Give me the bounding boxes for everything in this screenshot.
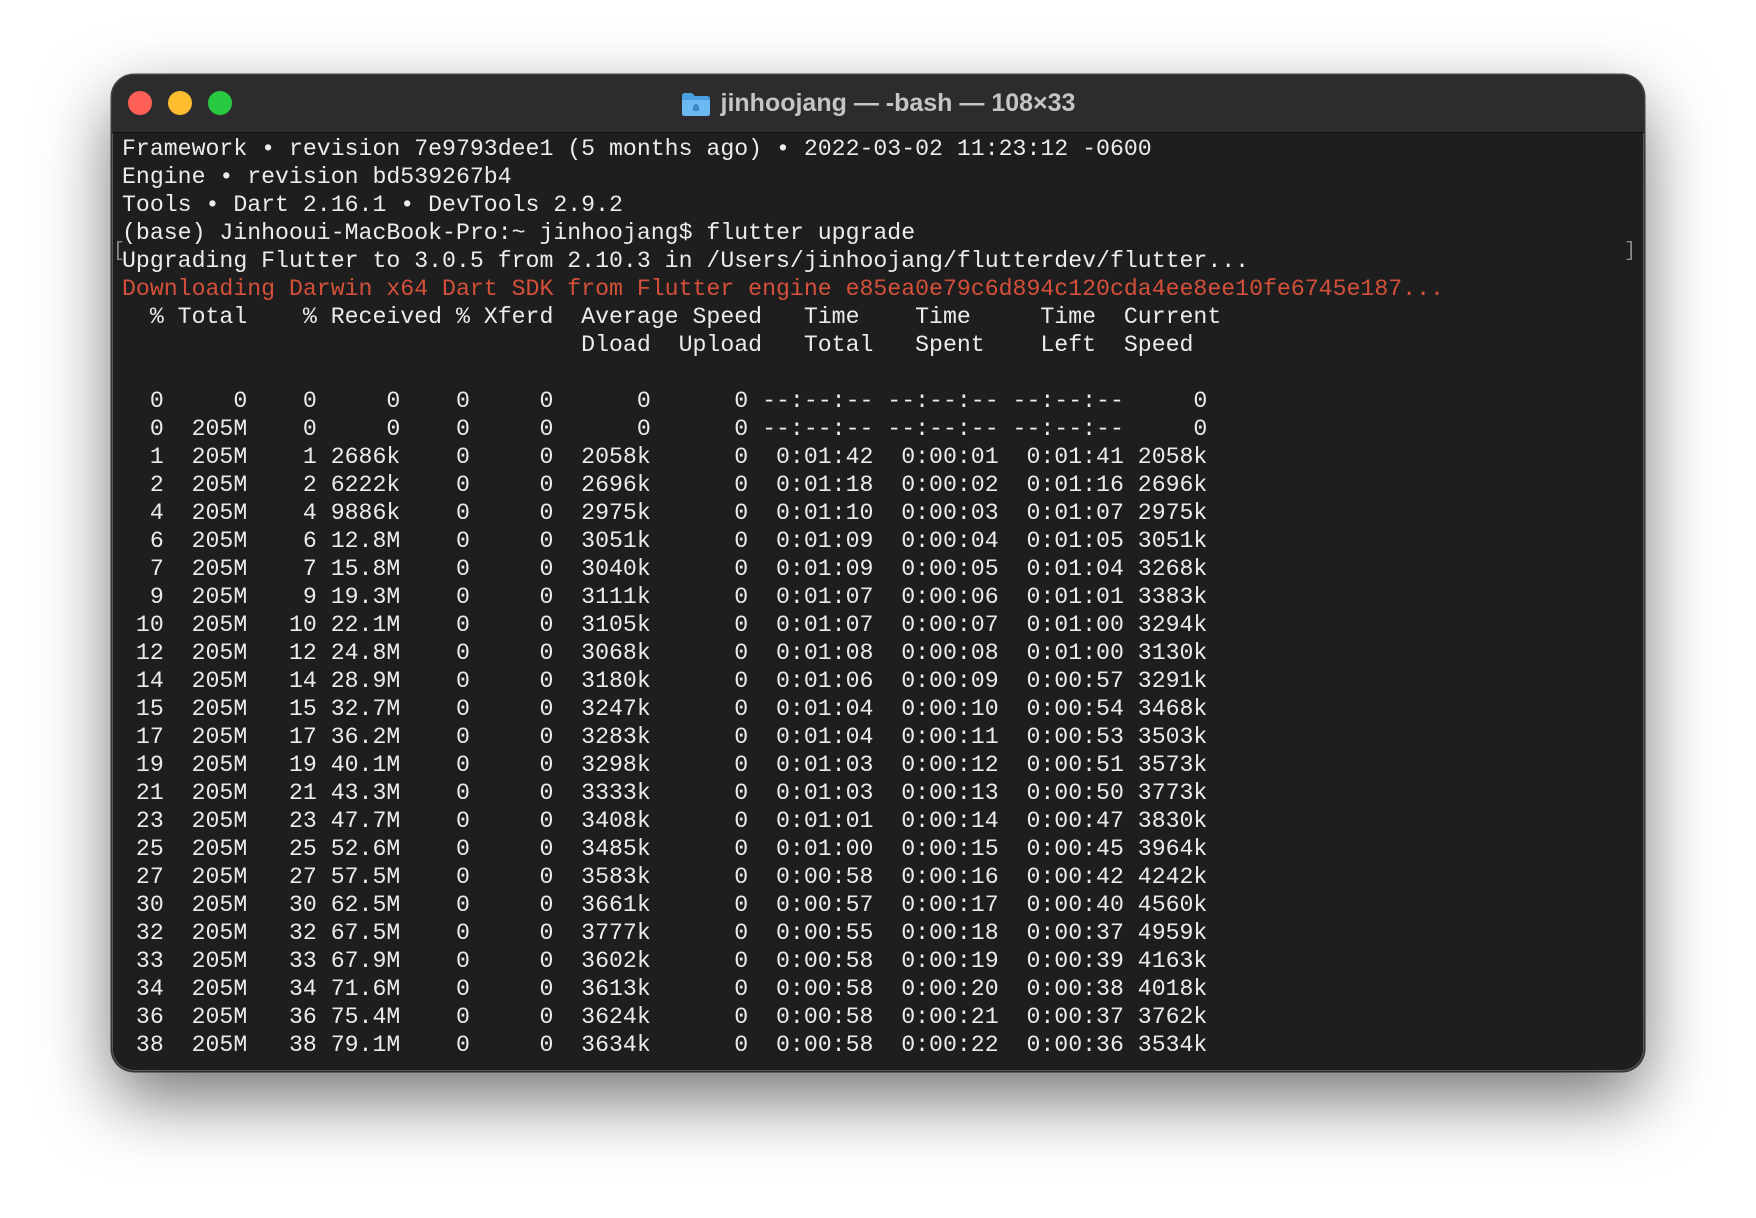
- terminal-line: Engine • revision bd539267b4: [122, 164, 512, 190]
- terminal-line: 0 0 0 0 0 0 0 0 --:--:-- --:--:-- --:--:…: [122, 388, 1208, 414]
- terminal-line: 19 205M 19 40.1M 0 0 3298k 0 0:01:03 0:0…: [122, 752, 1208, 778]
- terminal-line: 6 205M 6 12.8M 0 0 3051k 0 0:01:09 0:00:…: [122, 528, 1208, 554]
- terminal-line: 9 205M 9 19.3M 0 0 3111k 0 0:01:07 0:00:…: [122, 584, 1208, 610]
- terminal-line: (base) Jinhooui-MacBook-Pro:~ jinhoojang…: [122, 220, 916, 246]
- terminal-line: 23 205M 23 47.7M 0 0 3408k 0 0:01:01 0:0…: [122, 808, 1208, 834]
- title-bar[interactable]: jinhoojang — -bash — 108×33: [112, 75, 1644, 133]
- terminal-line: Upgrading Flutter to 3.0.5 from 2.10.3 i…: [122, 248, 1250, 274]
- window-title-group: jinhoojang — -bash — 108×33: [681, 89, 1076, 118]
- folder-icon: [681, 92, 710, 116]
- terminal-line: 14 205M 14 28.9M 0 0 3180k 0 0:01:06 0:0…: [122, 668, 1208, 694]
- terminal-window: jinhoojang — -bash — 108×33 [ ] Framewor…: [112, 75, 1644, 1071]
- terminal-line: Framework • revision 7e9793dee1 (5 month…: [122, 136, 1152, 162]
- terminal-line: Downloading Darwin x64 Dart SDK from Flu…: [122, 276, 1444, 302]
- minimize-button[interactable]: [168, 91, 192, 115]
- terminal-line: 30 205M 30 62.5M 0 0 3661k 0 0:00:57 0:0…: [122, 892, 1208, 918]
- window-title: jinhoojang — -bash — 108×33: [720, 89, 1076, 117]
- terminal-line: 32 205M 32 67.5M 0 0 3777k 0 0:00:55 0:0…: [122, 920, 1208, 946]
- maximize-button[interactable]: [208, 91, 232, 115]
- terminal-line: 34 205M 34 71.6M 0 0 3613k 0 0:00:58 0:0…: [122, 976, 1208, 1002]
- terminal-line: 15 205M 15 32.7M 0 0 3247k 0 0:01:04 0:0…: [122, 696, 1208, 722]
- terminal-line: 27 205M 27 57.5M 0 0 3583k 0 0:00:58 0:0…: [122, 864, 1208, 890]
- terminal-line: 2 205M 2 6222k 0 0 2696k 0 0:01:18 0:00:…: [122, 472, 1208, 498]
- terminal-line: 21 205M 21 43.3M 0 0 3333k 0 0:01:03 0:0…: [122, 780, 1208, 806]
- terminal-line: 36 205M 36 75.4M 0 0 3624k 0 0:00:58 0:0…: [122, 1004, 1208, 1030]
- terminal-line: 17 205M 17 36.2M 0 0 3283k 0 0:01:04 0:0…: [122, 724, 1208, 750]
- terminal-line: 10 205M 10 22.1M 0 0 3105k 0 0:01:07 0:0…: [122, 612, 1208, 638]
- close-button[interactable]: [128, 91, 152, 115]
- terminal-line: Dload Upload Total Spent Left Speed: [122, 332, 1194, 358]
- terminal-output[interactable]: Framework • revision 7e9793dee1 (5 month…: [122, 135, 1644, 1071]
- terminal-line: 7 205M 7 15.8M 0 0 3040k 0 0:01:09 0:00:…: [122, 556, 1208, 582]
- terminal-line: 38 205M 38 79.1M 0 0 3634k 0 0:00:58 0:0…: [122, 1032, 1208, 1058]
- terminal-line: 1 205M 1 2686k 0 0 2058k 0 0:01:42 0:00:…: [122, 444, 1208, 470]
- terminal-line: 0 205M 0 0 0 0 0 0 --:--:-- --:--:-- --:…: [122, 416, 1208, 442]
- terminal-line: 12 205M 12 24.8M 0 0 3068k 0 0:01:08 0:0…: [122, 640, 1208, 666]
- terminal-line: 4 205M 4 9886k 0 0 2975k 0 0:01:10 0:00:…: [122, 500, 1208, 526]
- terminal-line: % Total % Received % Xferd Average Speed…: [122, 304, 1222, 330]
- terminal-line: 25 205M 25 52.6M 0 0 3485k 0 0:01:00 0:0…: [122, 836, 1208, 862]
- terminal-line: 33 205M 33 67.9M 0 0 3602k 0 0:00:58 0:0…: [122, 948, 1208, 974]
- terminal-line: Tools • Dart 2.16.1 • DevTools 2.9.2: [122, 192, 623, 218]
